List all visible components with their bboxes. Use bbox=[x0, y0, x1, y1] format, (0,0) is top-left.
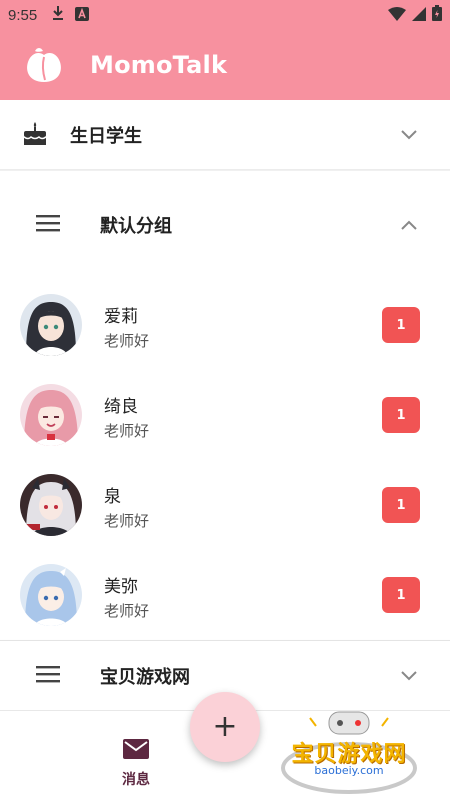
mail-icon bbox=[123, 739, 149, 763]
status-time: 9:55 bbox=[8, 6, 38, 24]
contact-name: 爱莉 bbox=[104, 307, 138, 327]
section-default-group[interactable]: 默认分组 bbox=[0, 188, 450, 262]
contact-item[interactable]: 爱莉 老师好 1 bbox=[0, 280, 450, 370]
avatar bbox=[20, 564, 82, 626]
plus-icon: + bbox=[212, 709, 238, 744]
watermark-url: baobeiy.com bbox=[314, 764, 384, 777]
chevron-down-icon[interactable] bbox=[400, 129, 418, 141]
a-letter-icon bbox=[75, 6, 90, 25]
watermark-logo: 宝贝游戏网 baobeiy.com bbox=[274, 706, 424, 796]
contact-item[interactable]: 美弥 老师好 1 bbox=[0, 550, 450, 640]
status-bar: 9:55 bbox=[0, 0, 450, 30]
wifi-icon bbox=[388, 6, 406, 25]
menu-icon bbox=[36, 665, 60, 687]
chevron-down-icon[interactable] bbox=[400, 670, 418, 682]
add-button[interactable]: + bbox=[190, 692, 260, 762]
chevron-up-icon[interactable] bbox=[400, 219, 418, 231]
section-baobei-label: 宝贝游戏网 bbox=[100, 666, 190, 688]
section-birthday-label: 生日学生 bbox=[70, 125, 142, 147]
contact-item[interactable]: 泉 老师好 1 bbox=[0, 460, 450, 550]
avatar bbox=[20, 474, 82, 536]
unread-badge: 1 bbox=[382, 307, 420, 343]
unread-badge: 1 bbox=[382, 397, 420, 433]
contact-item[interactable]: 绮良 老师好 1 bbox=[0, 370, 450, 460]
contact-last-message: 老师好 bbox=[104, 512, 150, 530]
avatar bbox=[20, 294, 82, 356]
signal-icon bbox=[412, 6, 426, 25]
contact-name: 美弥 bbox=[104, 577, 138, 597]
status-right-icons bbox=[388, 5, 442, 25]
unread-badge: 1 bbox=[382, 577, 420, 613]
peach-icon bbox=[22, 43, 66, 87]
app-header: MomoTalk bbox=[0, 30, 450, 100]
menu-icon bbox=[36, 214, 60, 236]
download-icon bbox=[51, 5, 65, 25]
unread-badge: 1 bbox=[382, 487, 420, 523]
nav-label-messages: 消息 bbox=[122, 772, 150, 788]
status-left-icons bbox=[51, 5, 90, 25]
contact-name: 绮良 bbox=[104, 397, 138, 417]
avatar bbox=[20, 384, 82, 446]
nav-item-messages[interactable]: 消息 bbox=[108, 739, 164, 789]
divider bbox=[0, 170, 450, 171]
contact-last-message: 老师好 bbox=[104, 332, 150, 350]
contact-name: 泉 bbox=[104, 487, 121, 507]
contact-last-message: 老师好 bbox=[104, 602, 150, 620]
app-title: MomoTalk bbox=[90, 51, 228, 79]
section-birthday-students[interactable]: 生日学生 bbox=[0, 100, 450, 170]
section-default-label: 默认分组 bbox=[100, 216, 172, 237]
contact-last-message: 老师好 bbox=[104, 422, 150, 440]
cake-icon bbox=[22, 120, 48, 150]
battery-icon bbox=[432, 5, 442, 25]
